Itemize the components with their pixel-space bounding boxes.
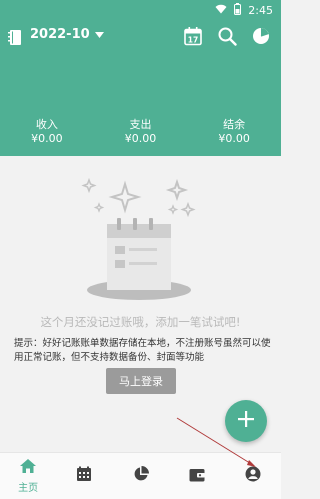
balance-label: 结余 <box>223 118 246 131</box>
search-icon[interactable] <box>217 26 239 48</box>
login-button[interactable]: 马上登录 <box>106 368 176 394</box>
empty-calendar-illustration <box>75 176 205 306</box>
nav-profile[interactable] <box>225 453 281 499</box>
balance-value: ¥0.00 <box>218 132 250 145</box>
expense-summary: 支出 ¥0.00 <box>94 118 188 146</box>
balance-summary: 结余 ¥0.00 <box>187 118 281 146</box>
wallet-icon <box>189 467 205 486</box>
bottom-navigation: 主页 <box>0 452 281 499</box>
ledger-book-icon[interactable] <box>8 29 22 50</box>
nav-statistics[interactable] <box>112 453 168 499</box>
calendar-day: 17 <box>188 36 198 45</box>
expense-value: ¥0.00 <box>124 132 157 145</box>
status-time: 2:45 <box>248 4 273 17</box>
app-bar: 2022-10 17 <box>0 24 281 52</box>
nav-home[interactable]: 主页 <box>0 453 56 499</box>
income-label: 收入 <box>35 118 58 131</box>
month-label: 2022-10 <box>30 27 90 42</box>
expense-label: 支出 <box>129 118 152 131</box>
empty-state-message: 这个月还没记过账哦，添加一笔试试吧! <box>40 315 241 329</box>
chevron-down-icon <box>94 27 104 42</box>
user-profile-icon <box>245 466 261 486</box>
chart-pie-icon[interactable] <box>251 26 273 48</box>
calendar-icon[interactable]: 17 <box>183 26 205 48</box>
home-icon <box>20 458 37 477</box>
plus-icon <box>237 410 255 432</box>
status-bar: 2:45 <box>0 0 281 20</box>
local-storage-tip: 提示：好好记账账单数据存储在本地，不注册账号虽然可以使用正常记账，但不支持数据备… <box>14 338 271 363</box>
header-panel: 2:45 2022-10 17 收入 ¥0.00 支出 ¥0.00 结余 ¥0.… <box>0 0 281 156</box>
monthly-summary: 收入 ¥0.00 支出 ¥0.00 结余 ¥0.00 <box>0 118 281 146</box>
month-selector[interactable]: 2022-10 <box>30 27 104 42</box>
nav-wallet[interactable] <box>169 453 225 499</box>
pie-chart-icon <box>133 466 149 486</box>
add-record-button[interactable] <box>225 400 267 442</box>
nav-home-label: 主页 <box>18 483 39 494</box>
nav-calendar[interactable] <box>56 453 112 499</box>
wifi-icon <box>215 4 227 17</box>
calendar-grid-icon <box>76 466 92 486</box>
income-value: ¥0.00 <box>31 132 63 145</box>
battery-icon <box>234 3 242 18</box>
income-summary: 收入 ¥0.00 <box>0 118 94 146</box>
